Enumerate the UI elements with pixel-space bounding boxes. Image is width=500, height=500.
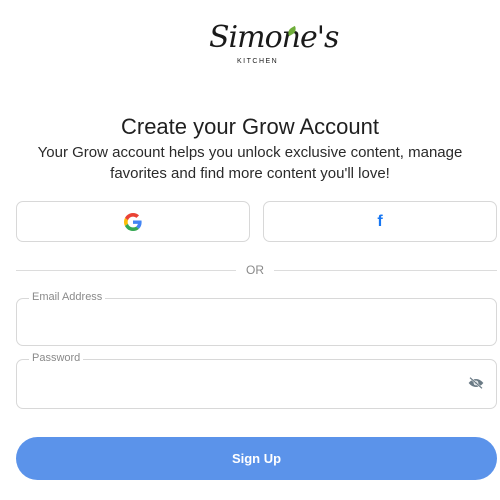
facebook-signin-button[interactable]: f — [263, 201, 497, 242]
divider-line-left — [16, 270, 236, 271]
logo-subtitle: KITCHEN — [237, 58, 279, 65]
eye-slash-icon[interactable] — [468, 376, 484, 390]
brand-logo: Simone's KITCHEN — [205, 20, 339, 76]
password-field-container: Password — [16, 352, 497, 409]
divider-line-right — [274, 270, 497, 271]
password-field[interactable] — [31, 372, 455, 396]
password-field-label: Password — [29, 352, 84, 364]
page-title: Create your Grow Account — [120, 114, 379, 139]
logo-script-text: Simone's — [209, 20, 339, 55]
google-signin-button[interactable] — [16, 201, 250, 242]
email-field-label: Email Address — [29, 291, 106, 303]
google-g-icon — [124, 212, 142, 231]
facebook-f-icon: f — [377, 212, 383, 230]
sign-up-button[interactable]: Sign Up — [16, 437, 497, 480]
email-field-container: Email Address — [16, 291, 497, 346]
page-subtitle: Your Grow account helps you unlock exclu… — [37, 144, 463, 182]
or-divider-label: OR — [246, 263, 264, 277]
email-field[interactable] — [31, 311, 455, 335]
